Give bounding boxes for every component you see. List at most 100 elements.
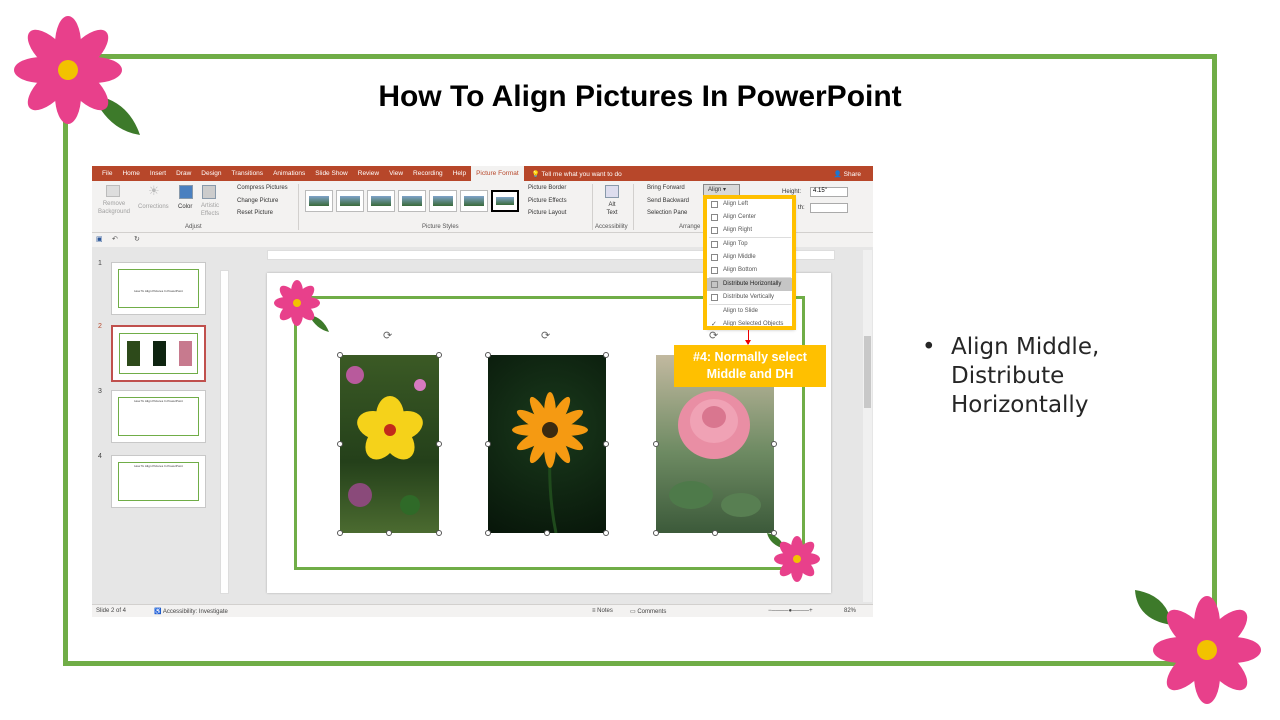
change-picture-button[interactable]: Change Picture bbox=[237, 198, 278, 204]
align-button-label: Align bbox=[708, 187, 722, 193]
rotate-handle-icon[interactable]: ⟳ bbox=[383, 329, 392, 342]
selection-handle[interactable] bbox=[603, 352, 609, 358]
tab-help[interactable]: Help bbox=[448, 166, 471, 181]
picture-style-5[interactable] bbox=[429, 190, 457, 212]
remove-background-icon bbox=[106, 185, 120, 197]
thumbnail-title: How To Align Pictures In PowerPoint bbox=[134, 399, 183, 403]
thumbnail-pic bbox=[127, 341, 140, 366]
callout-box: #4: Normally select Middle and DH bbox=[674, 345, 826, 387]
ribbon-tabs: File Home Insert Draw Design Transitions… bbox=[92, 166, 873, 181]
color-button[interactable]: Color bbox=[178, 204, 192, 210]
notes-label: Notes bbox=[597, 608, 613, 614]
slide-thumbnail-1[interactable]: How To Align Pictures In PowerPoint bbox=[111, 262, 206, 315]
alt-text-button[interactable]: Alt Text bbox=[604, 201, 620, 217]
comments-button[interactable]: ▭ Comments bbox=[630, 608, 666, 615]
rotate-handle-icon[interactable]: ⟳ bbox=[541, 329, 550, 342]
selection-handle[interactable] bbox=[603, 441, 609, 447]
bullet-marker: • bbox=[922, 334, 936, 360]
picture-style-1[interactable] bbox=[305, 190, 333, 212]
selection-handle[interactable] bbox=[436, 530, 442, 536]
vertical-scrollbar[interactable] bbox=[863, 250, 872, 602]
selection-handle[interactable] bbox=[436, 441, 442, 447]
selection-handle[interactable] bbox=[337, 441, 343, 447]
selection-handle[interactable] bbox=[771, 530, 777, 536]
remove-background-button[interactable]: Remove Background bbox=[96, 200, 132, 216]
selection-handle[interactable] bbox=[771, 441, 777, 447]
picture-style-7[interactable] bbox=[491, 190, 519, 212]
yellow-flower-image bbox=[346, 366, 426, 515]
accessibility-group-label: Accessibility bbox=[595, 224, 628, 230]
selection-handle[interactable] bbox=[436, 352, 442, 358]
tab-animations[interactable]: Animations bbox=[268, 166, 310, 181]
picture-orange-flower[interactable] bbox=[488, 355, 606, 533]
selection-handle[interactable] bbox=[485, 352, 491, 358]
adjust-group-label: Adjust bbox=[185, 224, 202, 230]
slide-thumbnail-2[interactable] bbox=[111, 325, 206, 382]
notes-button[interactable]: ≡ Notes bbox=[592, 608, 613, 614]
selection-handle[interactable] bbox=[603, 530, 609, 536]
scrollbar-thumb[interactable] bbox=[864, 336, 871, 408]
tab-insert[interactable]: Insert bbox=[145, 166, 171, 181]
selection-handle[interactable] bbox=[653, 441, 659, 447]
thumbnail-title: How To Align Pictures In PowerPoint bbox=[134, 289, 183, 293]
selection-handle[interactable] bbox=[337, 352, 343, 358]
compress-pictures-button[interactable]: Compress Pictures bbox=[237, 185, 288, 191]
picture-layout-button[interactable]: Picture Layout bbox=[528, 210, 566, 216]
slide-thumbnails-pane: 1 How To Align Pictures In PowerPoint 2 … bbox=[92, 250, 214, 602]
slide-thumbnail-3[interactable]: How To Align Pictures In PowerPoint bbox=[111, 390, 206, 443]
selection-handle[interactable] bbox=[544, 530, 550, 536]
selection-pane-button[interactable]: Selection Pane bbox=[647, 210, 687, 216]
thumbnail-title: How To Align Pictures In PowerPoint bbox=[134, 464, 183, 468]
selection-handle[interactable] bbox=[386, 530, 392, 536]
send-backward-button[interactable]: Send Backward bbox=[647, 198, 689, 204]
tab-slide-show[interactable]: Slide Show bbox=[310, 166, 353, 181]
share-button[interactable]: 👤 Share bbox=[834, 170, 873, 178]
height-input[interactable]: 4.15" bbox=[810, 187, 848, 197]
tab-home[interactable]: Home bbox=[117, 166, 144, 181]
picture-style-2[interactable] bbox=[336, 190, 364, 212]
undo-icon[interactable]: ↶ bbox=[112, 235, 118, 243]
thumbnail-number: 2 bbox=[98, 323, 102, 330]
tab-view[interactable]: View bbox=[384, 166, 408, 181]
bring-forward-button[interactable]: Bring Forward bbox=[647, 185, 685, 191]
color-icon bbox=[179, 185, 193, 199]
slide-thumbnail-4[interactable]: How To Align Pictures In PowerPoint bbox=[111, 455, 206, 508]
powerpoint-screenshot: File Home Insert Draw Design Transitions… bbox=[92, 166, 873, 617]
thumbnail-number: 3 bbox=[98, 388, 102, 395]
tab-recording[interactable]: Recording bbox=[408, 166, 448, 181]
tab-picture-format[interactable]: Picture Format bbox=[471, 166, 524, 181]
tab-transitions[interactable]: Transitions bbox=[227, 166, 269, 181]
picture-yellow-flower[interactable] bbox=[340, 355, 439, 533]
selection-handle[interactable] bbox=[485, 530, 491, 536]
picture-style-4[interactable] bbox=[398, 190, 426, 212]
tab-design[interactable]: Design bbox=[196, 166, 226, 181]
width-input[interactable] bbox=[810, 203, 848, 213]
reset-picture-button[interactable]: Reset Picture bbox=[237, 210, 273, 216]
separator bbox=[592, 184, 593, 230]
thumbnail-number: 1 bbox=[98, 260, 102, 267]
selection-handle[interactable] bbox=[712, 530, 718, 536]
zoom-level[interactable]: 82% bbox=[844, 608, 856, 614]
zoom-slider[interactable]: −────●────+ bbox=[768, 608, 813, 614]
artistic-effects-button[interactable]: Artistic Effects bbox=[196, 202, 224, 218]
save-icon[interactable]: ▣ bbox=[96, 235, 103, 243]
selection-handle[interactable] bbox=[337, 530, 343, 536]
picture-style-6[interactable] bbox=[460, 190, 488, 212]
picture-border-button[interactable]: Picture Border bbox=[528, 185, 566, 191]
tab-draw[interactable]: Draw bbox=[171, 166, 196, 181]
tell-me-search[interactable]: 💡 Tell me what you want to do bbox=[524, 170, 622, 178]
selection-handle[interactable] bbox=[485, 441, 491, 447]
tab-review[interactable]: Review bbox=[353, 166, 384, 181]
status-bar: Slide 2 of 4 ♿ Accessibility: Investigat… bbox=[92, 604, 873, 617]
corrections-button[interactable]: Corrections bbox=[138, 204, 169, 210]
accessibility-status[interactable]: ♿ Accessibility: Investigate bbox=[154, 608, 228, 615]
selection-handle[interactable] bbox=[653, 530, 659, 536]
sun-icon: ☀ bbox=[148, 183, 160, 198]
thumbnail-pic bbox=[153, 341, 166, 366]
redo-icon[interactable]: ↻ bbox=[134, 235, 140, 243]
flower-icon bbox=[14, 16, 140, 135]
picture-effects-button[interactable]: Picture Effects bbox=[528, 198, 567, 204]
thumbnail-pic bbox=[179, 341, 192, 366]
tab-file[interactable]: File bbox=[92, 166, 117, 181]
picture-style-3[interactable] bbox=[367, 190, 395, 212]
